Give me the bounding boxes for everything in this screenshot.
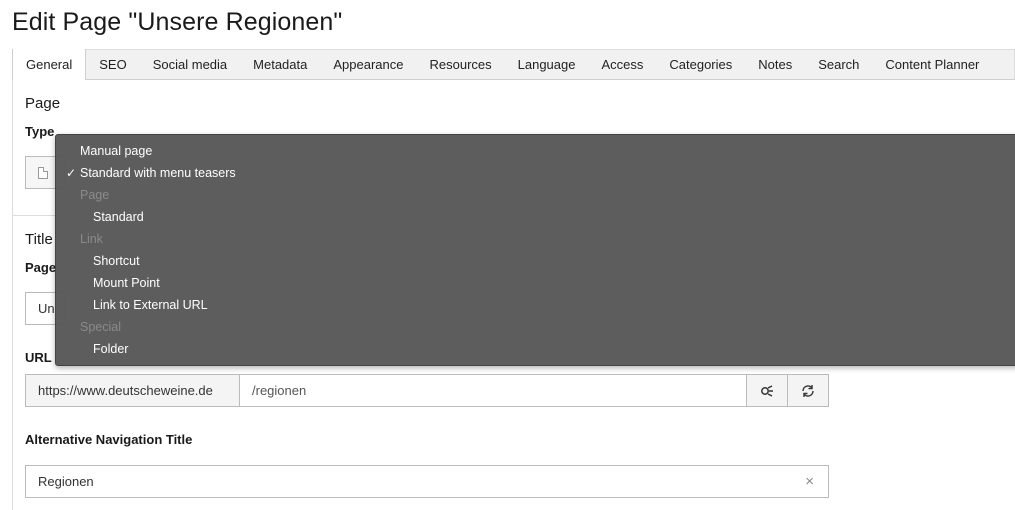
- page-title: Edit Page "Unsere Regionen": [12, 8, 343, 36]
- tab-social-media[interactable]: Social media: [140, 50, 240, 79]
- option-shortcut[interactable]: Shortcut: [93, 254, 140, 268]
- group-page: Page: [80, 188, 110, 202]
- option-standard[interactable]: Standard: [93, 210, 144, 224]
- nav-title-value: Regionen: [38, 474, 94, 489]
- url-slug-input[interactable]: /regionen: [240, 375, 746, 406]
- nav-title-label: Alternative Navigation Title: [25, 432, 193, 447]
- refresh-icon: [802, 384, 814, 397]
- type-label: Type: [25, 124, 55, 139]
- checkmark-icon: ✓: [66, 166, 77, 180]
- page-title-label: Page: [25, 260, 57, 275]
- tab-content-planner[interactable]: Content Planner: [872, 50, 992, 79]
- slug-toggle-edit-button[interactable]: [746, 375, 787, 406]
- page-doc-icon: [38, 167, 48, 179]
- tab-appearance[interactable]: Appearance: [320, 50, 416, 79]
- tab-notes[interactable]: Notes: [745, 50, 805, 79]
- section-page-title: Page: [25, 95, 61, 112]
- url-label: URL: [25, 350, 52, 365]
- tab-general[interactable]: General: [12, 49, 87, 80]
- tab-seo[interactable]: SEO: [86, 50, 139, 79]
- tab-language[interactable]: Language: [505, 50, 589, 79]
- slug-recalculate-button[interactable]: [787, 375, 828, 406]
- option-mount-point[interactable]: Mount Point: [93, 276, 160, 290]
- nav-title-input[interactable]: Regionen ×: [25, 465, 829, 498]
- option-folder[interactable]: Folder: [93, 342, 128, 356]
- clear-icon[interactable]: ×: [805, 473, 814, 491]
- tab-categories[interactable]: Categories: [656, 50, 745, 79]
- page-type-dropdown: Manual page ✓ Standard with menu teasers…: [55, 134, 1015, 366]
- option-link-to-external-url[interactable]: Link to External URL: [93, 298, 208, 312]
- slug-edit-icon: [761, 384, 773, 397]
- tab-resources[interactable]: Resources: [416, 50, 504, 79]
- tab-search[interactable]: Search: [805, 50, 872, 79]
- tab-access[interactable]: Access: [588, 50, 656, 79]
- group-link: Link: [80, 232, 103, 246]
- tab-metadata[interactable]: Metadata: [240, 50, 320, 79]
- option-manual-page[interactable]: Manual page: [80, 144, 152, 158]
- tab-bar: General SEO Social media Metadata Appear…: [12, 49, 1015, 80]
- option-standard-with-menu-teasers[interactable]: Standard with menu teasers: [80, 166, 236, 180]
- url-field-group: https://www.deutscheweine.de /regionen: [25, 374, 829, 407]
- url-prefix: https://www.deutscheweine.de: [26, 375, 240, 406]
- group-special: Special: [80, 320, 121, 334]
- section-title-heading: Title: [25, 231, 53, 248]
